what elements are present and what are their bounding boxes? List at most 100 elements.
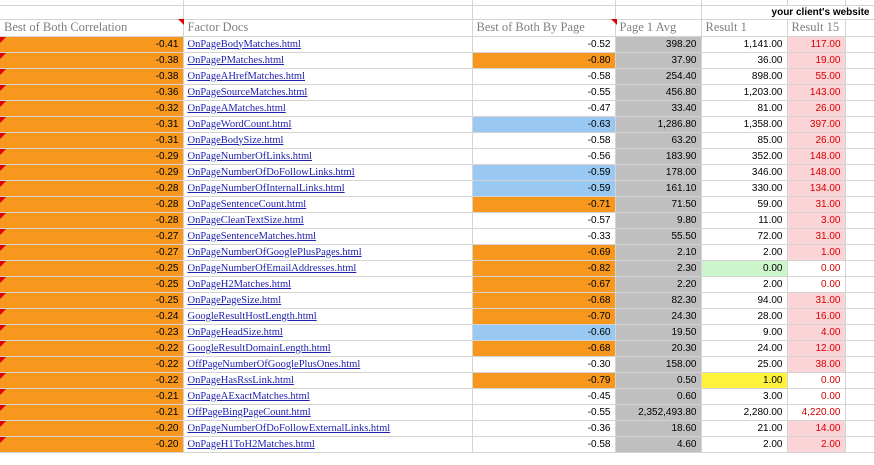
result-15-cell[interactable]: 117.00 — [787, 36, 846, 53]
empty-cell[interactable] — [845, 372, 874, 389]
result-1-cell[interactable]: 1,203.00 — [701, 84, 788, 101]
factor-doc-cell[interactable]: OffPageNumberOfGooglePlusOnes.html — [183, 356, 473, 373]
page1-avg-cell[interactable]: 24.30 — [615, 308, 702, 325]
factor-doc-link[interactable]: GoogleResultDomainLength.html — [188, 343, 331, 354]
result-1-cell[interactable]: 21.00 — [701, 420, 788, 437]
result-15-cell[interactable]: 134.00 — [787, 180, 846, 197]
result-15-cell[interactable]: 4.00 — [787, 324, 846, 341]
result-15-cell[interactable]: 2.00 — [787, 436, 846, 453]
comment-marker[interactable] — [0, 357, 6, 363]
result-15-cell[interactable]: 26.00 — [787, 132, 846, 149]
page1-avg-cell[interactable]: 456.80 — [615, 84, 702, 101]
factor-doc-link[interactable]: OnPageHasRssLink.html — [188, 375, 294, 386]
comment-marker[interactable] — [0, 229, 6, 235]
factor-doc-cell[interactable]: OffPageBingPageCount.html — [183, 404, 473, 421]
comment-marker[interactable] — [178, 19, 184, 25]
empty-cell[interactable] — [845, 356, 874, 373]
page1-avg-cell[interactable]: 9.80 — [615, 212, 702, 229]
page1-avg-cell[interactable]: 183.90 — [615, 148, 702, 165]
empty-cell[interactable] — [845, 420, 874, 437]
correlation-cell[interactable]: -0.22 — [0, 356, 184, 373]
factor-doc-link[interactable]: OnPageSentenceCount.html — [188, 199, 307, 210]
page1-avg-cell[interactable]: 82.30 — [615, 292, 702, 309]
result-15-cell[interactable]: 143.00 — [787, 84, 846, 101]
empty-cell[interactable] — [845, 100, 874, 117]
page1-avg-cell[interactable]: 18.60 — [615, 420, 702, 437]
factor-doc-cell[interactable]: OnPageH1ToH2Matches.html — [183, 436, 473, 453]
result-15-cell[interactable]: 148.00 — [787, 148, 846, 165]
page1-avg-cell[interactable]: 2.20 — [615, 276, 702, 293]
empty-cell[interactable] — [845, 212, 874, 229]
factor-doc-cell[interactable]: OnPageSentenceCount.html — [183, 196, 473, 213]
factor-doc-link[interactable]: OnPageNumberOfInternalLinks.html — [188, 183, 345, 194]
correlation-cell[interactable]: -0.29 — [0, 148, 184, 165]
factor-doc-cell[interactable]: OnPageWordCount.html — [183, 116, 473, 133]
page1-avg-cell[interactable]: 0.50 — [615, 372, 702, 389]
comment-marker[interactable] — [0, 437, 6, 443]
factor-doc-link[interactable]: OnPageAMatches.html — [188, 103, 286, 114]
result-1-cell[interactable]: 2,280.00 — [701, 404, 788, 421]
comment-marker[interactable] — [0, 277, 6, 283]
empty-cell[interactable] — [845, 68, 874, 85]
spreadsheet-grid[interactable]: your client's website Best of Both Corre… — [0, 0, 874, 453]
correlation-cell[interactable]: -0.29 — [0, 164, 184, 181]
correlation-cell[interactable]: -0.36 — [0, 84, 184, 101]
by-page-cell[interactable]: -0.55 — [472, 404, 616, 421]
empty-cell[interactable] — [845, 116, 874, 133]
comment-marker[interactable] — [0, 53, 6, 59]
empty-cell[interactable] — [845, 196, 874, 213]
page1-avg-cell[interactable]: 178.00 — [615, 164, 702, 181]
column-header-result-15[interactable]: Result 15 — [787, 19, 846, 37]
by-page-cell[interactable]: -0.55 — [472, 84, 616, 101]
factor-doc-cell[interactable]: OnPageAHrefMatches.html — [183, 68, 473, 85]
by-page-cell[interactable]: -0.58 — [472, 68, 616, 85]
page1-avg-cell[interactable]: 55.50 — [615, 228, 702, 245]
empty-cell[interactable] — [845, 228, 874, 245]
factor-doc-cell[interactable]: OnPageNumberOfGooglePlusPages.html — [183, 244, 473, 261]
empty-cell[interactable] — [845, 84, 874, 101]
factor-doc-cell[interactable]: OnPageAMatches.html — [183, 100, 473, 117]
correlation-cell[interactable]: -0.20 — [0, 420, 184, 437]
result-15-cell[interactable]: 19.00 — [787, 52, 846, 69]
by-page-cell[interactable]: -0.60 — [472, 324, 616, 341]
factor-doc-link[interactable]: OnPageNumberOfLinks.html — [188, 151, 313, 162]
by-page-cell[interactable]: -0.57 — [472, 212, 616, 229]
result-1-cell[interactable]: 36.00 — [701, 52, 788, 69]
result-1-cell[interactable]: 0.00 — [701, 260, 788, 277]
comment-marker[interactable] — [0, 309, 6, 315]
correlation-cell[interactable]: -0.28 — [0, 180, 184, 197]
by-page-cell[interactable]: -0.68 — [472, 292, 616, 309]
factor-doc-cell[interactable]: OnPageSourceMatches.html — [183, 84, 473, 101]
factor-doc-cell[interactable]: OnPageNumberOfLinks.html — [183, 148, 473, 165]
result-15-cell[interactable]: 397.00 — [787, 116, 846, 133]
factor-doc-cell[interactable]: OnPageNumberOfEmailAddresses.html — [183, 260, 473, 277]
factor-doc-link[interactable]: OnPageBodyMatches.html — [188, 39, 301, 50]
comment-marker[interactable] — [0, 85, 6, 91]
result-15-cell[interactable]: 12.00 — [787, 340, 846, 357]
correlation-cell[interactable]: -0.31 — [0, 132, 184, 149]
factor-doc-link[interactable]: OnPageNumberOfDoFollowExternalLinks.html — [188, 423, 391, 434]
column-header-correlation[interactable]: Best of Both Correlation — [0, 19, 184, 37]
comment-marker[interactable] — [0, 149, 6, 155]
page1-avg-cell[interactable]: 254.40 — [615, 68, 702, 85]
empty-cell[interactable] — [845, 244, 874, 261]
factor-doc-cell[interactable]: OnPageHeadSize.html — [183, 324, 473, 341]
comment-marker[interactable] — [0, 325, 6, 331]
by-page-cell[interactable]: -0.59 — [472, 164, 616, 181]
result-1-cell[interactable]: 11.00 — [701, 212, 788, 229]
page1-avg-cell[interactable]: 4.60 — [615, 436, 702, 453]
correlation-cell[interactable]: -0.25 — [0, 260, 184, 277]
result-15-cell[interactable]: 26.00 — [787, 100, 846, 117]
result-1-cell[interactable]: 9.00 — [701, 324, 788, 341]
result-1-cell[interactable]: 1,358.00 — [701, 116, 788, 133]
page1-avg-cell[interactable]: 398.20 — [615, 36, 702, 53]
correlation-cell[interactable]: -0.22 — [0, 372, 184, 389]
comment-marker[interactable] — [0, 165, 6, 171]
empty-cell[interactable] — [845, 324, 874, 341]
factor-doc-cell[interactable]: GoogleResultHostLength.html — [183, 308, 473, 325]
comment-marker[interactable] — [0, 37, 6, 43]
comment-marker[interactable] — [611, 19, 617, 25]
factor-doc-cell[interactable]: OnPageNumberOfDoFollowExternalLinks.html — [183, 420, 473, 437]
column-header-result-1[interactable]: Result 1 — [701, 19, 788, 37]
page1-avg-cell[interactable]: 1,286.80 — [615, 116, 702, 133]
